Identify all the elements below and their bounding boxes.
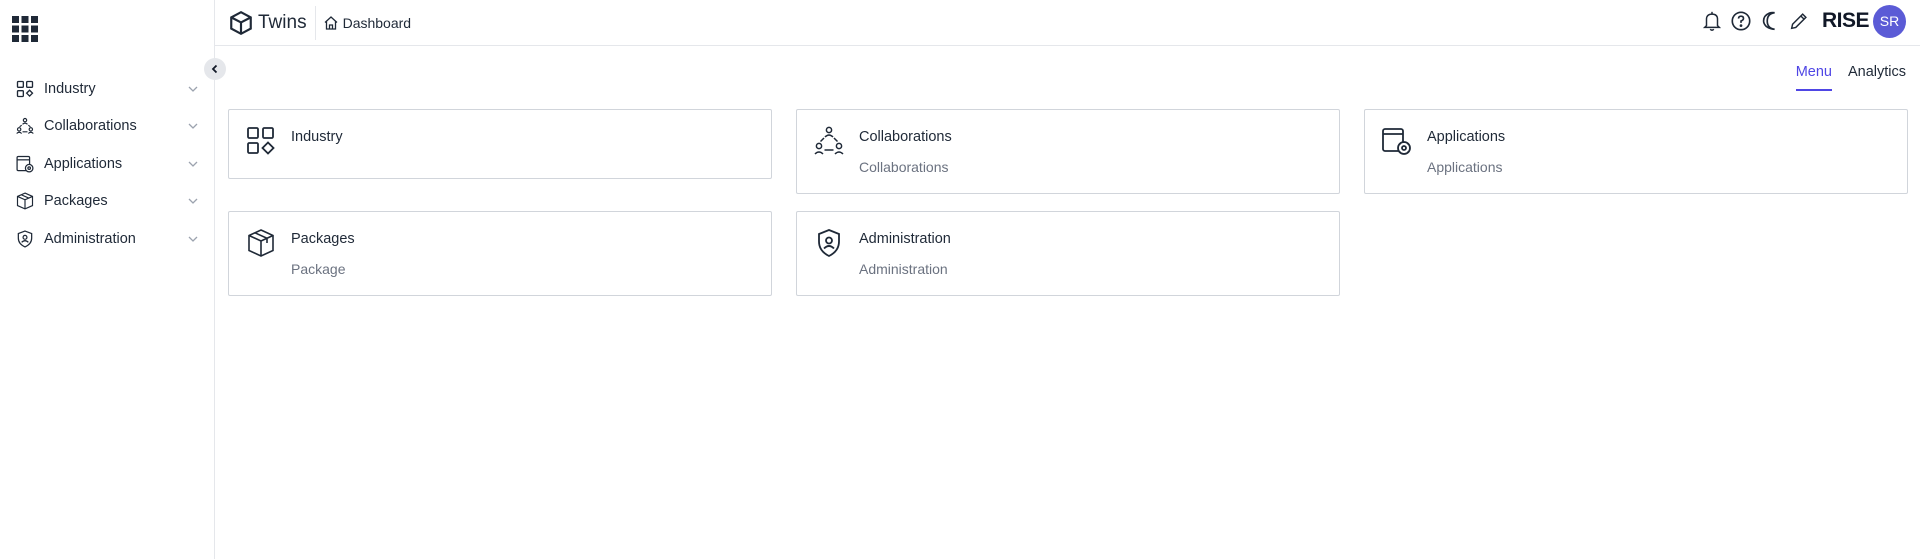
card-administration[interactable]: Administration Administration <box>796 211 1340 296</box>
card-collaborations[interactable]: Collaborations Collaborations <box>796 109 1340 194</box>
sidebar: Industry Collaborations Applications Pac… <box>0 0 215 559</box>
industry-widgets-icon <box>245 125 277 157</box>
bell-icon[interactable] <box>1701 10 1723 32</box>
sidebar-nav: Industry Collaborations Applications Pac… <box>0 70 215 258</box>
card-title: Packages <box>291 231 355 247</box>
sidebar-item-applications[interactable]: Applications <box>0 145 215 183</box>
avatar[interactable]: SR <box>1873 4 1906 38</box>
view-tabs: Menu Analytics <box>1780 64 1906 91</box>
package-box-icon <box>245 227 277 259</box>
card-applications[interactable]: Applications Applications <box>1364 109 1908 194</box>
sidebar-collapse-button[interactable] <box>204 58 226 80</box>
card-title: Administration <box>859 231 951 247</box>
breadcrumb[interactable]: Dashboard <box>323 14 412 31</box>
card-subtitle: Applications <box>1427 159 1503 175</box>
sidebar-item-label: Collaborations <box>44 118 137 135</box>
tab-menu[interactable]: Menu <box>1795 64 1832 91</box>
card-title: Applications <box>1427 129 1506 145</box>
chevron-down-icon <box>187 195 199 207</box>
chevron-down-icon <box>187 83 199 95</box>
brand-logo[interactable]: Twins <box>228 10 307 36</box>
card-packages[interactable]: Packages Package <box>228 211 772 296</box>
breadcrumb-label: Dashboard <box>342 14 412 31</box>
sidebar-item-collaborations[interactable]: Collaborations <box>0 108 215 146</box>
card-subtitle: Administration <box>859 261 948 277</box>
org-name: RISE <box>1821 9 1870 32</box>
sidebar-item-industry[interactable]: Industry <box>0 70 215 108</box>
pencil-icon[interactable] <box>1788 10 1810 32</box>
card-title: Collaborations <box>859 129 952 145</box>
chevron-down-icon <box>187 158 199 170</box>
collaborations-people-icon <box>813 125 845 157</box>
package-box-icon <box>15 191 35 211</box>
sidebar-item-label: Industry <box>44 80 96 97</box>
chevron-down-icon <box>187 120 199 132</box>
applications-gear-icon <box>15 154 35 174</box>
sidebar-item-packages[interactable]: Packages <box>0 183 215 221</box>
home-icon <box>323 15 339 31</box>
brand-name: Twins <box>258 11 307 33</box>
shield-user-icon <box>15 229 35 249</box>
chevron-down-icon <box>187 233 199 245</box>
tab-analytics[interactable]: Analytics <box>1848 64 1906 91</box>
moon-icon[interactable] <box>1759 10 1781 32</box>
top-bar: Twins Dashboard RISE SR <box>215 0 1920 46</box>
card-industry[interactable]: Industry <box>228 109 772 179</box>
card-subtitle: Collaborations <box>859 159 949 175</box>
card-title: Industry <box>291 129 343 145</box>
cube-logo-icon <box>228 10 254 36</box>
industry-widgets-icon <box>15 79 35 99</box>
help-icon[interactable] <box>1730 10 1752 32</box>
applications-gear-icon <box>1381 125 1413 157</box>
collaborations-people-icon <box>15 116 35 136</box>
top-bar-actions: RISE SR <box>1694 0 1906 42</box>
shield-user-icon <box>813 227 845 259</box>
sidebar-item-label: Packages <box>44 193 108 210</box>
divider <box>314 5 316 40</box>
grid-apps-icon[interactable] <box>11 15 39 43</box>
sidebar-item-label: Administration <box>44 230 136 247</box>
sidebar-item-label: Applications <box>44 155 123 172</box>
card-subtitle: Package <box>291 261 346 277</box>
chevron-left-icon <box>209 63 221 75</box>
sidebar-item-administration[interactable]: Administration <box>0 220 215 258</box>
